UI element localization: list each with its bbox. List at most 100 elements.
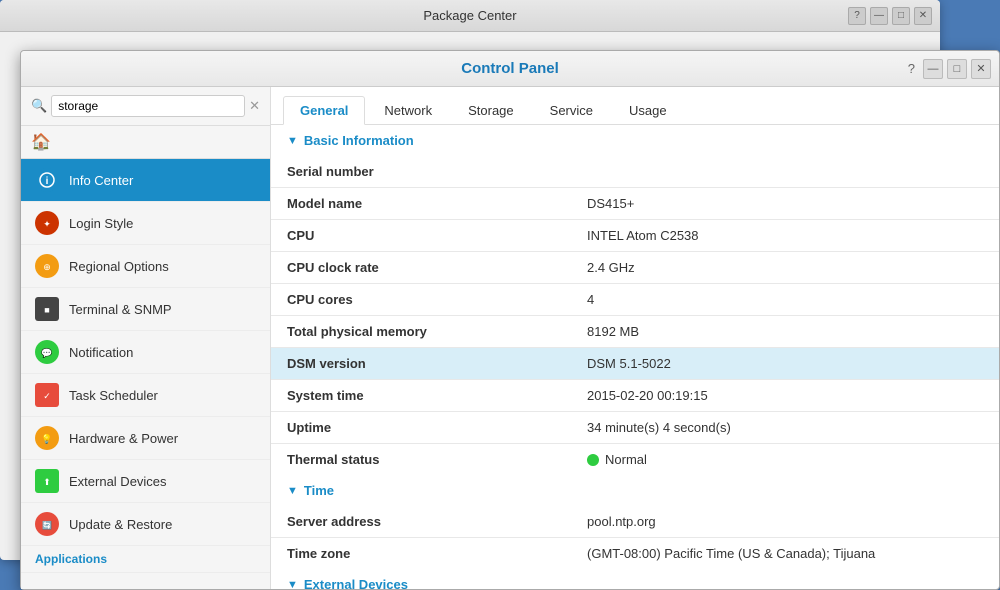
cp-help-icon[interactable]: ? (908, 61, 915, 76)
cp-close-btn[interactable]: ✕ (971, 59, 991, 79)
row-label: Uptime (271, 412, 571, 444)
package-center-controls: ? — □ ✕ (848, 7, 932, 25)
external-devices-icon: ⬆ (35, 469, 59, 493)
external-devices-section-header[interactable]: ▼ External Devices (271, 569, 999, 589)
cp-titlebar-controls: ? — □ ✕ (908, 59, 991, 79)
sidebar-item-info-center[interactable]: i Info Center (21, 159, 270, 202)
svg-text:💡: 💡 (41, 433, 52, 444)
thermal-status: Normal (587, 452, 983, 467)
package-center-close-btn[interactable]: ✕ (914, 7, 932, 25)
time-section-title: Time (304, 483, 334, 498)
row-value: DSM 5.1-5022 (571, 348, 999, 380)
cp-title: Control Panel (461, 60, 559, 77)
table-row: Total physical memory 8192 MB (271, 316, 999, 348)
table-row: Serial number (271, 156, 999, 188)
table-row: CPU INTEL Atom C2538 (271, 220, 999, 252)
row-value: pool.ntp.org (571, 506, 999, 538)
svg-text:⬆: ⬆ (43, 477, 51, 487)
notification-icon: 💬 (35, 340, 59, 364)
sidebar-item-regional-options[interactable]: ⊕ Regional Options (21, 245, 270, 288)
sidebar-item-task-scheduler[interactable]: ✓ Task Scheduler (21, 374, 270, 417)
package-center-help-btn[interactable]: ? (848, 7, 866, 25)
svg-text:i: i (46, 176, 49, 187)
row-value: 2.4 GHz (571, 252, 999, 284)
sidebar-item-external-devices-label: External Devices (69, 474, 167, 489)
tab-service[interactable]: Service (533, 96, 610, 125)
sidebar-item-terminal-snmp[interactable]: ■ Terminal & SNMP (21, 288, 270, 331)
sidebar-item-task-scheduler-label: Task Scheduler (69, 388, 158, 403)
package-center-maximize-btn[interactable]: □ (892, 7, 910, 25)
table-row: Time zone (GMT-08:00) Pacific Time (US &… (271, 538, 999, 570)
sidebar-item-hardware-power[interactable]: 💡 Hardware & Power (21, 417, 270, 460)
row-label: System time (271, 380, 571, 412)
basic-info-table: Serial number Model name DS415+ CPU INTE… (271, 156, 999, 475)
search-input[interactable] (51, 95, 245, 117)
home-icon: 🏠 (31, 132, 51, 152)
sidebar: 🔍 ✕ 🏠 i Info Center ✦ (21, 87, 271, 589)
package-center-minimize-btn[interactable]: — (870, 7, 888, 25)
clear-search-icon[interactable]: ✕ (249, 98, 260, 114)
package-center-title: Package Center (423, 8, 516, 23)
external-devices-chevron: ▼ (287, 579, 298, 590)
sidebar-item-update-restore[interactable]: 🔄 Update & Restore (21, 503, 270, 546)
thermal-status-indicator (587, 454, 599, 466)
sidebar-applications-header: Applications (21, 546, 270, 573)
time-chevron: ▼ (287, 485, 298, 497)
sidebar-item-info-center-label: Info Center (69, 173, 133, 188)
row-label: Server address (271, 506, 571, 538)
table-row: CPU clock rate 2.4 GHz (271, 252, 999, 284)
row-label: Total physical memory (271, 316, 571, 348)
sidebar-search-area: 🔍 ✕ (21, 87, 270, 126)
sidebar-item-terminal-snmp-label: Terminal & SNMP (69, 302, 172, 317)
thermal-status-text: Normal (605, 452, 647, 467)
cp-maximize-btn[interactable]: □ (947, 59, 967, 79)
svg-text:✓: ✓ (43, 391, 51, 401)
sidebar-item-notification[interactable]: 💬 Notification (21, 331, 270, 374)
table-row: Model name DS415+ (271, 188, 999, 220)
table-row: CPU cores 4 (271, 284, 999, 316)
update-restore-icon: 🔄 (35, 512, 59, 536)
regional-options-icon: ⊕ (35, 254, 59, 278)
sidebar-item-external-devices[interactable]: ⬆ External Devices (21, 460, 270, 503)
sidebar-item-update-restore-label: Update & Restore (69, 517, 172, 532)
login-style-icon: ✦ (35, 211, 59, 235)
tab-network[interactable]: Network (367, 96, 449, 125)
row-label: CPU cores (271, 284, 571, 316)
cp-main-content: General Network Storage Service Usage ▼ … (271, 87, 999, 589)
sidebar-item-hardware-power-label: Hardware & Power (69, 431, 178, 446)
tab-storage[interactable]: Storage (451, 96, 531, 125)
sidebar-item-login-style[interactable]: ✦ Login Style (21, 202, 270, 245)
svg-text:🔄: 🔄 (42, 520, 52, 530)
control-panel-window: Control Panel ? — □ ✕ 🔍 ✕ 🏠 i (20, 50, 1000, 590)
external-devices-section-title: External Devices (304, 577, 408, 589)
row-value: 8192 MB (571, 316, 999, 348)
package-center-titlebar: Package Center ? — □ ✕ (0, 0, 940, 32)
cp-body: 🔍 ✕ 🏠 i Info Center ✦ (21, 87, 999, 589)
row-label: CPU clock rate (271, 252, 571, 284)
row-label: Time zone (271, 538, 571, 570)
svg-text:■: ■ (44, 305, 49, 315)
table-row: Uptime 34 minute(s) 4 second(s) (271, 412, 999, 444)
tab-general[interactable]: General (283, 96, 365, 125)
thermal-value: Normal (571, 444, 999, 476)
svg-text:✦: ✦ (43, 219, 51, 229)
thermal-label: Thermal status (271, 444, 571, 476)
row-value (571, 156, 999, 188)
sidebar-home-btn[interactable]: 🏠 (21, 126, 270, 159)
basic-info-section-header[interactable]: ▼ Basic Information (271, 125, 999, 156)
row-value: 4 (571, 284, 999, 316)
table-row: Server address pool.ntp.org (271, 506, 999, 538)
svg-text:⊕: ⊕ (43, 262, 51, 272)
tab-usage[interactable]: Usage (612, 96, 684, 125)
info-center-icon: i (35, 168, 59, 192)
cp-minimize-btn[interactable]: — (923, 59, 943, 79)
row-value: 2015-02-20 00:19:15 (571, 380, 999, 412)
search-icon: 🔍 (31, 98, 47, 114)
table-row-dsm: DSM version DSM 5.1-5022 (271, 348, 999, 380)
content-area[interactable]: ▼ Basic Information Serial number Model … (271, 125, 999, 589)
time-section-header[interactable]: ▼ Time (271, 475, 999, 506)
row-label: DSM version (271, 348, 571, 380)
sidebar-item-regional-options-label: Regional Options (69, 259, 169, 274)
row-label: CPU (271, 220, 571, 252)
row-label: Serial number (271, 156, 571, 188)
